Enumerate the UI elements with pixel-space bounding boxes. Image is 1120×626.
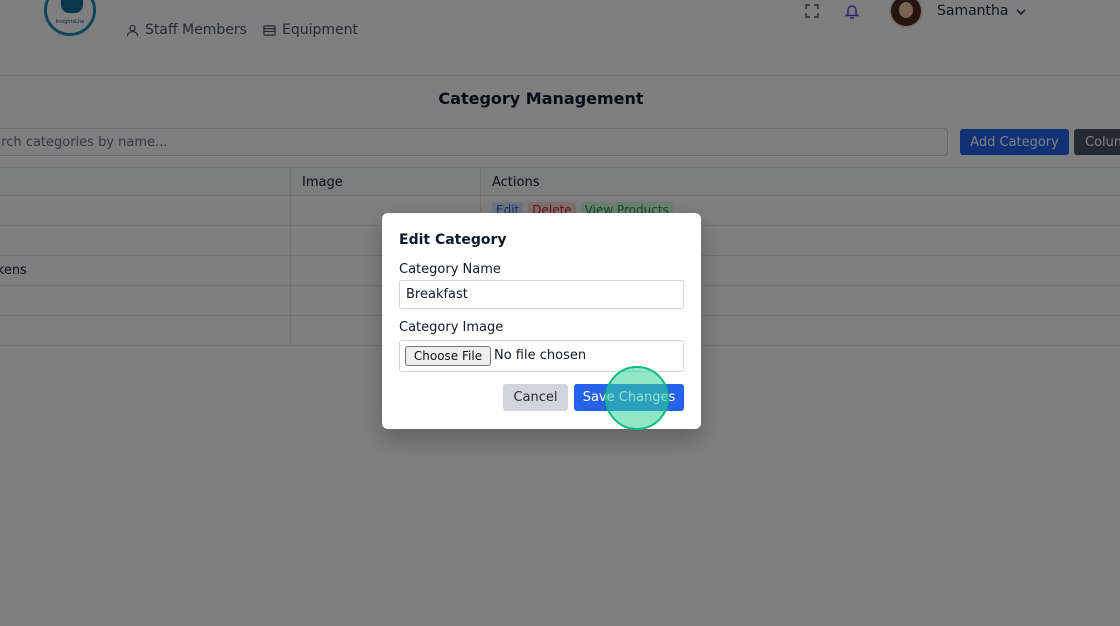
- edit-category-modal: Edit Category Category Name Category Ima…: [382, 213, 701, 429]
- category-name-label: Category Name: [399, 262, 501, 277]
- choose-file-button[interactable]: Choose File: [405, 346, 491, 366]
- category-image-label: Category Image: [399, 320, 504, 335]
- file-status-text: No file chosen: [494, 348, 587, 363]
- save-changes-button[interactable]: Save Changes: [574, 384, 684, 411]
- category-name-input[interactable]: [399, 280, 684, 309]
- cancel-button[interactable]: Cancel: [503, 384, 568, 411]
- modal-title: Edit Category: [399, 232, 507, 248]
- category-image-file-input[interactable]: Choose File No file chosen: [399, 340, 684, 372]
